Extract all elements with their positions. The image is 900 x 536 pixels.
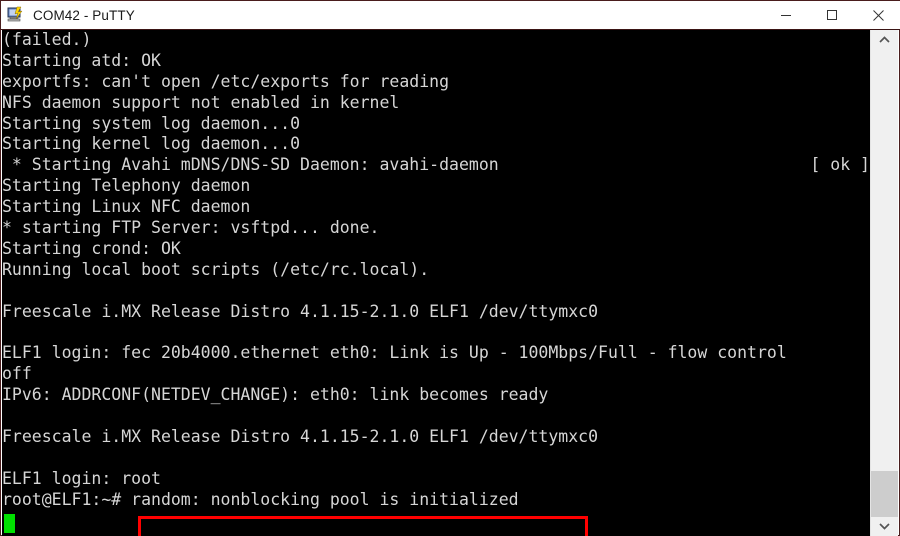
terminal-cursor [4, 514, 15, 533]
terminal-line: Running local boot scripts (/etc/rc.loca… [2, 260, 872, 281]
terminal-line-text: Starting system log daemon...0 [2, 113, 301, 133]
terminal-line-text: Starting Telephony daemon [2, 176, 251, 196]
terminal-screen[interactable]: (failed.) Starting atd: OK exportfs: can't… [2, 30, 872, 536]
terminal-line-text: Starting crond: OK [2, 238, 181, 258]
window-title: COM42 - PuTTY [33, 7, 135, 23]
terminal-line-text: Freescale i.MX Release Distro 4.1.15-2.1… [2, 301, 599, 321]
terminal-line: exportfs: can't open /etc/exports for re… [2, 72, 872, 93]
terminal-line: root@ELF1:~# random: nonblocking pool is… [2, 490, 872, 511]
terminal-line: Starting Linux NFC daemon [2, 197, 872, 218]
scrollbar-track[interactable] [871, 50, 898, 517]
terminal-line: * Starting Avahi mDNS/DNS-SD Daemon: ava… [2, 155, 872, 176]
title-bar: COM42 - PuTTY [1, 1, 900, 30]
putty-window: COM42 - PuTTY (failed.) Starting atd: OK e… [0, 0, 900, 536]
terminal-line: Freescale i.MX Release Distro 4.1.15-2.1… [2, 427, 872, 448]
terminal-output: (failed.) Starting atd: OK exportfs: can't… [2, 30, 872, 531]
terminal-line: Starting system log daemon...0 [2, 114, 872, 135]
terminal-status-ok: [ ok ] [810, 155, 870, 175]
terminal-line: ELF1 login: fec 20b4000.ethernet eth0: L… [2, 343, 872, 364]
terminal-line: Starting crond: OK [2, 239, 872, 260]
maximize-button[interactable] [809, 1, 855, 29]
terminal-line-text: IPv6: ADDRCONF(NETDEV_CHANGE): eth0: lin… [2, 385, 549, 405]
terminal-line: * starting FTP Server: vsftpd... done. [2, 218, 872, 239]
terminal-line-text: * Starting Avahi mDNS/DNS-SD Daemon: ava… [2, 155, 499, 175]
terminal-line-text: Starting kernel log daemon...0 [2, 134, 301, 154]
terminal-scrollbar[interactable] [870, 30, 898, 536]
terminal-line: Starting atd: OK [2, 51, 872, 72]
terminal-line-text: (failed.) [2, 30, 92, 49]
terminal-line-text: Starting Linux NFC daemon [2, 197, 251, 217]
terminal-line: (failed.) [2, 30, 872, 51]
putty-terminal-icon [7, 6, 25, 24]
terminal-line-text: ELF1 login: fec 20b4000.ethernet eth0: L… [2, 343, 787, 363]
terminal-line: ELF1 login: root [2, 469, 872, 490]
close-button[interactable] [855, 1, 900, 29]
terminal-line-text: exportfs: can't open /etc/exports for re… [2, 71, 450, 91]
scrollbar-thumb[interactable] [871, 471, 898, 517]
scroll-down-arrow-icon[interactable] [871, 516, 898, 536]
terminal-line-text: ELF1 login: root [2, 468, 161, 488]
scroll-up-arrow-icon[interactable] [871, 30, 898, 50]
terminal-line: NFS daemon support not enabled in kernel [2, 93, 872, 114]
terminal-line-text: root@ELF1:~# random: nonblocking pool is… [2, 489, 519, 509]
terminal-line-text: Running local boot scripts (/etc/rc.loca… [2, 259, 430, 279]
terminal-line-text: off [2, 364, 32, 384]
terminal-line: Starting Telephony daemon [2, 176, 872, 197]
terminal-line-text: Freescale i.MX Release Distro 4.1.15-2.1… [2, 426, 599, 446]
terminal-line: Starting kernel log daemon...0 [2, 134, 872, 155]
terminal-line: Freescale i.MX Release Distro 4.1.15-2.1… [2, 302, 872, 323]
terminal-line: off [2, 364, 872, 385]
minimize-button[interactable] [763, 1, 809, 29]
terminal-line-text: * starting FTP Server: vsftpd... done. [2, 218, 380, 238]
terminal-line: IPv6: ADDRCONF(NETDEV_CHANGE): eth0: lin… [2, 385, 872, 406]
terminal-line-text: Starting atd: OK [2, 50, 161, 70]
terminal-line-text: NFS daemon support not enabled in kernel [2, 92, 400, 112]
